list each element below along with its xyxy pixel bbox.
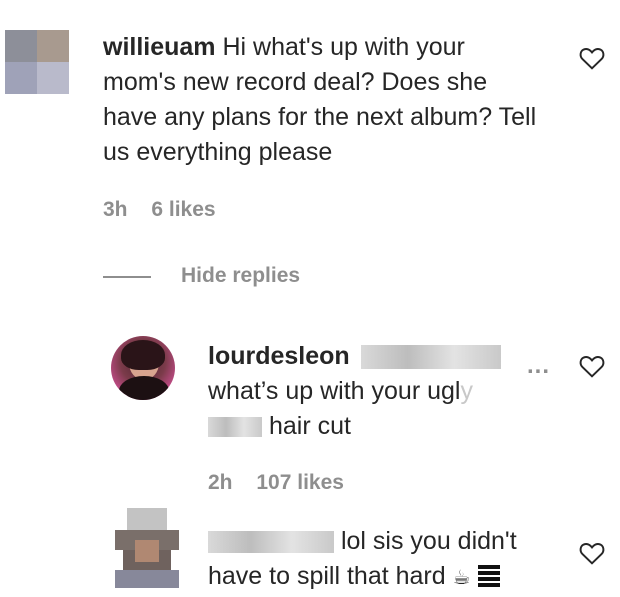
avatar[interactable]	[115, 508, 179, 588]
redacted-text	[208, 417, 262, 438]
reply-text: lol sis you didn't	[340, 527, 517, 555]
reply-text-2: have to spill that hard	[208, 562, 446, 590]
redacted-username	[208, 531, 334, 554]
comment-likes[interactable]: 6 likes	[151, 198, 215, 221]
comment-username[interactable]: willieuam	[103, 33, 216, 61]
reply: lol sis you didn't have to spill that ha…	[208, 524, 548, 596]
coffee-emoji: ☕	[452, 567, 471, 589]
heart-icon[interactable]	[579, 541, 605, 565]
hide-replies-button[interactable]: Hide replies	[181, 264, 300, 288]
reply-likes[interactable]: 107 likes	[256, 471, 344, 494]
heart-icon[interactable]	[579, 46, 605, 70]
redacted-text	[360, 345, 501, 370]
heart-icon[interactable]	[579, 354, 605, 378]
reply-username[interactable]: lourdesleon	[208, 342, 350, 370]
reply-time: 2h	[208, 471, 233, 494]
reply-meta: 2h 107 likes	[208, 471, 362, 495]
reply: lourdesleon what’s up with your ugly hai…	[208, 339, 548, 444]
avatar[interactable]	[111, 336, 175, 400]
comment-meta: 3h 6 likes	[103, 198, 234, 222]
comment-time: 3h	[103, 198, 128, 221]
more-options-icon[interactable]: ...	[527, 352, 550, 380]
redacted-emoji	[477, 565, 500, 590]
reply-text-2: hair cut	[268, 412, 351, 440]
hide-replies-line	[103, 276, 151, 278]
avatar[interactable]	[5, 30, 69, 94]
comment: willieuam Hi what's up with your mom's n…	[103, 30, 543, 170]
reply-text: what’s up with your ugl	[208, 377, 461, 405]
